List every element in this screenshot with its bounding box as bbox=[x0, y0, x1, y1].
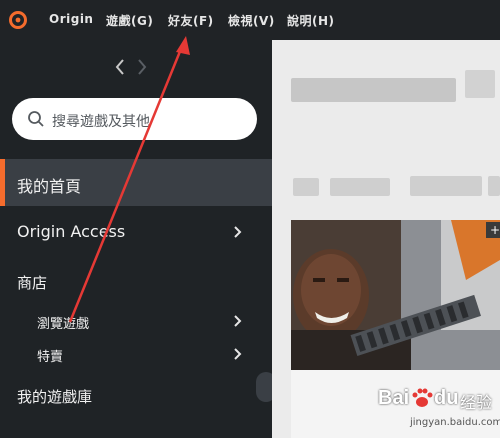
blurred-tab bbox=[293, 178, 319, 196]
chevron-right-icon[interactable] bbox=[233, 348, 243, 360]
watermark-brand-suffix: du bbox=[434, 387, 459, 409]
sidebar-item-library[interactable]: 我的遊戲庫 bbox=[17, 386, 92, 407]
forward-arrow-icon[interactable] bbox=[138, 59, 147, 75]
svg-text:+: + bbox=[490, 223, 500, 237]
blurred-tab bbox=[330, 178, 390, 196]
watermark-jingyan: 经验 bbox=[460, 393, 493, 412]
baidu-watermark: Bai du 经验 jingyan.baidu.com bbox=[378, 383, 500, 435]
menu-view[interactable]: 檢視(V) bbox=[228, 12, 275, 29]
sidebar-item-home-label: 我的首頁 bbox=[17, 177, 82, 196]
active-indicator bbox=[0, 159, 5, 206]
chevron-right-icon[interactable] bbox=[233, 226, 243, 238]
chevron-right-icon[interactable] bbox=[233, 315, 243, 327]
sidebar-item-store[interactable]: 商店 bbox=[17, 272, 47, 293]
menu-origin[interactable]: Origin bbox=[49, 12, 93, 26]
blurred-element bbox=[465, 70, 495, 98]
blurred-heading bbox=[291, 78, 456, 102]
watermark-brand: Bai bbox=[378, 387, 410, 409]
search-icon bbox=[28, 111, 44, 127]
origin-logo-icon[interactable] bbox=[9, 11, 27, 29]
sidebar-item-browse-games[interactable]: 瀏覽遊戲 bbox=[37, 313, 89, 332]
menu-games[interactable]: 遊戲(G) bbox=[106, 12, 153, 29]
menu-bar: Origin 遊戲(G) 好友(F) 檢視(V) 說明(H) bbox=[0, 0, 500, 40]
blurred-tab bbox=[488, 176, 500, 196]
back-arrow-icon[interactable] bbox=[115, 59, 124, 75]
history-nav bbox=[115, 59, 147, 75]
menu-help[interactable]: 說明(H) bbox=[287, 12, 335, 29]
watermark-url: jingyan.baidu.com bbox=[410, 417, 500, 428]
game-artwork[interactable]: + bbox=[291, 220, 500, 370]
blurred-tab bbox=[410, 176, 482, 196]
search-placeholder: 搜尋遊戲及其他 bbox=[52, 114, 150, 130]
game-artwork-image: + bbox=[291, 220, 500, 370]
sidebar-item-deals[interactable]: 特賣 bbox=[37, 346, 63, 365]
sidebar-item-origin-access[interactable]: Origin Access bbox=[17, 222, 125, 241]
paw-icon bbox=[412, 388, 433, 407]
menu-friends[interactable]: 好友(F) bbox=[168, 12, 214, 29]
